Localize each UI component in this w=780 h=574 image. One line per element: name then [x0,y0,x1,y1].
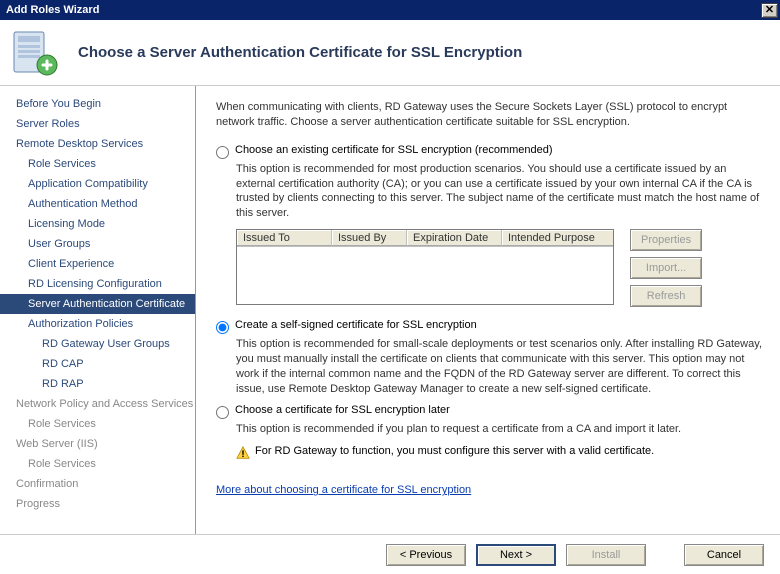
close-button[interactable]: ✕ [761,3,778,18]
col-expiration[interactable]: Expiration Date [407,230,502,246]
refresh-button[interactable]: Refresh [630,285,702,307]
nav-item-role-services[interactable]: Role Services [0,154,195,174]
previous-button[interactable]: < Previous [386,544,466,566]
nav-item-confirmation[interactable]: Confirmation [0,474,195,494]
radio-self-signed-label[interactable]: Create a self-signed certificate for SSL… [235,319,477,331]
properties-button[interactable]: Properties [630,229,702,251]
radio-existing-cert[interactable] [216,146,229,159]
nav-item-role-services[interactable]: Role Services [0,454,195,474]
col-issued-by[interactable]: Issued By [332,230,407,246]
nav-item-progress[interactable]: Progress [0,494,195,514]
nav-item-remote-desktop-services[interactable]: Remote Desktop Services [0,134,195,154]
cancel-button[interactable]: Cancel [684,544,764,566]
col-issued-to[interactable]: Issued To [237,230,332,246]
nav-item-rd-gateway-user-groups[interactable]: RD Gateway User Groups [0,334,195,354]
install-button[interactable]: Install [566,544,646,566]
window-title: Add Roles Wizard [6,4,761,16]
radio-existing-cert-label[interactable]: Choose an existing certificate for SSL e… [235,144,553,156]
nav-item-rd-rap[interactable]: RD RAP [0,374,195,394]
radio-later[interactable] [216,406,229,419]
col-purpose[interactable]: Intended Purpose [502,230,613,246]
nav-item-role-services[interactable]: Role Services [0,414,195,434]
nav-item-licensing-mode[interactable]: Licensing Mode [0,214,195,234]
intro-text: When communicating with clients, RD Gate… [216,100,764,130]
wizard-header: Choose a Server Authentication Certifica… [0,20,780,86]
nav-item-server-authentication-certificate[interactable]: Server Authentication Certificate [0,294,195,314]
certificate-list-header: Issued To Issued By Expiration Date Inte… [237,230,613,247]
nav-item-authentication-method[interactable]: Authentication Method [0,194,195,214]
nav-item-rd-cap[interactable]: RD CAP [0,354,195,374]
warning-row: For RD Gateway to function, you must con… [236,445,764,460]
wizard-nav-sidebar[interactable]: Before You BeginServer RolesRemote Deskt… [0,86,196,534]
certificate-list[interactable]: Issued To Issued By Expiration Date Inte… [236,229,614,305]
page-title: Choose a Server Authentication Certifica… [78,44,522,61]
next-button[interactable]: Next > [476,544,556,566]
self-signed-desc: This option is recommended for small-sca… [236,337,764,396]
radio-later-label[interactable]: Choose a certificate for SSL encryption … [235,404,450,416]
nav-item-user-groups[interactable]: User Groups [0,234,195,254]
wizard-main-panel: When communicating with clients, RD Gate… [196,86,780,534]
wizard-footer: < Previous Next > Install Cancel [0,534,780,574]
warning-text: For RD Gateway to function, you must con… [255,445,654,457]
warning-icon [236,446,250,460]
titlebar: Add Roles Wizard ✕ [0,0,780,20]
wizard-icon [10,28,60,78]
nav-item-rd-licensing-configuration[interactable]: RD Licensing Configuration [0,274,195,294]
nav-item-network-policy-and-access-services[interactable]: Network Policy and Access Services [0,394,195,414]
radio-self-signed[interactable] [216,321,229,334]
nav-item-application-compatibility[interactable]: Application Compatibility [0,174,195,194]
existing-cert-desc: This option is recommended for most prod… [236,162,764,221]
nav-item-client-experience[interactable]: Client Experience [0,254,195,274]
import-button[interactable]: Import... [630,257,702,279]
learn-more-link[interactable]: More about choosing a certificate for SS… [216,484,471,496]
nav-item-before-you-begin[interactable]: Before You Begin [0,94,195,114]
nav-item-server-roles[interactable]: Server Roles [0,114,195,134]
nav-item-authorization-policies[interactable]: Authorization Policies [0,314,195,334]
later-desc: This option is recommended if you plan t… [236,422,764,437]
nav-item-web-server-iis-[interactable]: Web Server (IIS) [0,434,195,454]
